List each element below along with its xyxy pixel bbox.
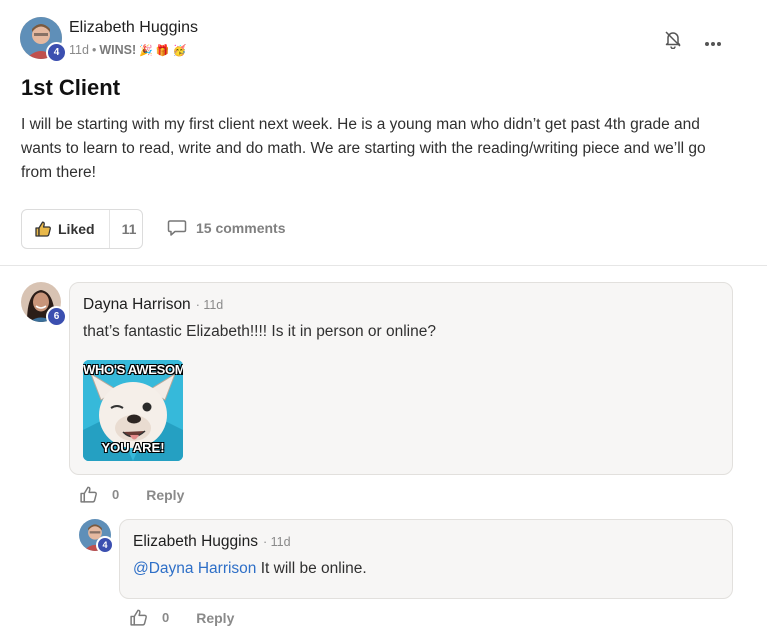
thumbs-up-icon[interactable] [129, 608, 148, 627]
like-label: Liked [58, 221, 95, 237]
post-category[interactable]: WINS! [99, 43, 136, 57]
comment-like-count: 0 [112, 487, 120, 502]
comments-count-label: 15 comments [196, 220, 286, 236]
comment-actions: 0 Reply [79, 485, 184, 504]
like-count-divider [108, 210, 110, 248]
category-emoji-face: 🥳 [172, 44, 187, 57]
category-emoji-party: 🎉 [139, 44, 153, 57]
reply-reply-button[interactable]: Reply [196, 610, 234, 626]
comments-link[interactable]: 15 comments [167, 219, 285, 237]
reply-text-body: It will be online. [256, 560, 367, 577]
meme-top-text: WHO'S AWESOME [83, 362, 183, 377]
comment-icon [167, 219, 187, 237]
like-count: 11 [121, 221, 137, 237]
thumbs-up-icon [34, 220, 52, 238]
post-divider [0, 265, 767, 266]
reply-bubble [119, 519, 733, 599]
like-button[interactable]: Liked 11 [21, 209, 143, 249]
post-time: 11d [69, 43, 89, 57]
category-emoji-gift: 🎁 [155, 44, 170, 57]
comment-author-name[interactable]: Dayna Harrison [83, 296, 191, 314]
reply-actions: 0 Reply [129, 608, 234, 627]
more-icon[interactable] [703, 35, 723, 46]
post-meta: 11d • WINS! 🎉 🎁 🥳 [69, 43, 186, 57]
meme-bottom-text: YOU ARE! [101, 440, 165, 455]
comment-image-meme[interactable]: WHO'S AWESOME YOU ARE! [83, 360, 183, 461]
thumbs-up-icon[interactable] [79, 485, 98, 504]
post-title: 1st Client [21, 75, 121, 100]
reply-like-count: 0 [162, 610, 170, 625]
comment-text: that’s fantastic Elizabeth!!!! Is it in … [83, 323, 436, 340]
comment-header: Dayna Harrison · 11d [83, 296, 223, 314]
user-mention-link[interactable]: @Dayna Harrison [133, 560, 256, 577]
bell-off-icon[interactable] [663, 29, 683, 50]
comment-time: · 11d [195, 298, 224, 312]
post-body: I will be starting with my first client … [21, 116, 706, 181]
reply-text: @Dayna Harrison It will be online. [133, 560, 367, 578]
reply-header: Elizabeth Huggins · 11d [133, 533, 291, 551]
post-author-name[interactable]: Elizabeth Huggins [69, 19, 198, 37]
reply-level-badge: 4 [96, 536, 114, 554]
author-level-badge: 4 [46, 42, 67, 63]
reply-author-name[interactable]: Elizabeth Huggins [133, 533, 258, 551]
reply-time: · 11d [262, 535, 291, 549]
comment-level-badge: 6 [46, 306, 67, 327]
reply-button[interactable]: Reply [146, 487, 184, 503]
meta-separator: • [91, 43, 97, 57]
